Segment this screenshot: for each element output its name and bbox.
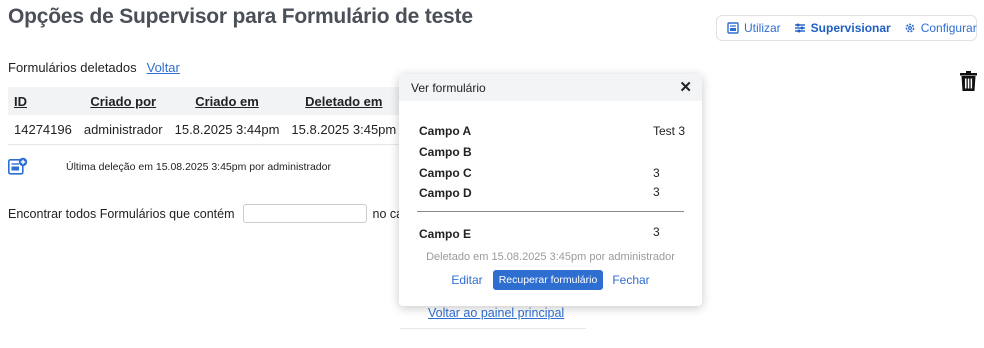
- view-form-modal: Ver formulário ✕ Campo A Test 3 Campo B …: [399, 74, 702, 306]
- top-nav: Utilizar Supervisionar Configurar: [716, 15, 977, 41]
- table-row[interactable]: 14274196 administrador 15.8.2025 3:44pm …: [8, 115, 433, 145]
- add-form-icon[interactable]: [8, 157, 28, 177]
- header-criado-em[interactable]: Criado em: [169, 87, 286, 115]
- recover-form-button[interactable]: Recuperar formulário: [492, 270, 604, 290]
- field-value: 3: [653, 166, 660, 180]
- cell-id: 14274196: [8, 115, 78, 145]
- close-icon[interactable]: ✕: [679, 80, 692, 95]
- modal-header: Ver formulário ✕: [399, 74, 702, 101]
- cell-criado-por: administrador: [77, 115, 169, 145]
- nav-configurar[interactable]: Configurar: [904, 21, 977, 35]
- sliders-icon: [794, 23, 805, 33]
- nav-supervisionar-label: Supervisionar: [810, 21, 891, 35]
- field-label: Campo D: [419, 186, 472, 200]
- last-deletion-row: Última deleção em 15.08.2025 3:45pm por …: [8, 157, 331, 177]
- gear-icon: [905, 23, 915, 33]
- cell-deletado-em: 15.8.2025 3:45pm: [285, 115, 403, 145]
- modal-divider: [417, 211, 684, 212]
- field-label: Campo E: [419, 227, 472, 241]
- header-deletado-em[interactable]: Deletado em: [285, 87, 402, 115]
- modal-title: Ver formulário: [411, 80, 486, 95]
- back-link[interactable]: Voltar: [147, 60, 180, 75]
- table-header-row: ID Criado por Criado em Deletado em: [8, 87, 433, 115]
- deleted-forms-table: ID Criado por Criado em Deletado em 1427…: [8, 87, 433, 145]
- deleted-forms-label: Formulários deletados: [8, 60, 137, 75]
- edit-link[interactable]: Editar: [451, 273, 482, 287]
- field-label: Campo C: [419, 166, 472, 180]
- back-to-dashboard-link[interactable]: Voltar ao painel principal: [428, 306, 564, 320]
- nav-configurar-label: Configurar: [920, 21, 977, 35]
- close-link[interactable]: Fechar: [612, 273, 649, 287]
- field-label: Campo B: [419, 145, 472, 159]
- deleted-note: Deletado em 15.08.2025 3:45pm por admini…: [426, 251, 675, 263]
- field-value: 3: [653, 225, 660, 239]
- nav-supervisionar[interactable]: Supervisionar: [794, 21, 891, 35]
- field-value: 3: [653, 185, 660, 199]
- nav-utilizar[interactable]: Utilizar: [727, 21, 781, 35]
- search-input[interactable]: [242, 204, 367, 223]
- search-row: Encontrar todos Formulários que contém n…: [8, 204, 420, 223]
- deleted-forms-header: Formulários deletados Voltar: [8, 60, 180, 75]
- field-value: Test 3: [653, 124, 686, 138]
- header-criado-por[interactable]: Criado por: [78, 87, 169, 115]
- cell-criado-em: 15.8.2025 3:44pm: [168, 115, 286, 145]
- page-title: Opções de Supervisor para Formulário de …: [8, 5, 473, 28]
- divider: [400, 328, 586, 329]
- trash-icon[interactable]: [960, 71, 977, 96]
- last-deletion-text: Última deleção em 15.08.2025 3:45pm por …: [66, 161, 331, 173]
- form-icon: [727, 22, 739, 34]
- nav-utilizar-label: Utilizar: [744, 21, 781, 35]
- field-label: Campo A: [419, 124, 472, 138]
- modal-actions: Editar Recuperar formulário Fechar: [399, 270, 702, 290]
- header-id[interactable]: ID: [8, 87, 78, 115]
- search-label: Encontrar todos Formulários que contém: [8, 206, 235, 221]
